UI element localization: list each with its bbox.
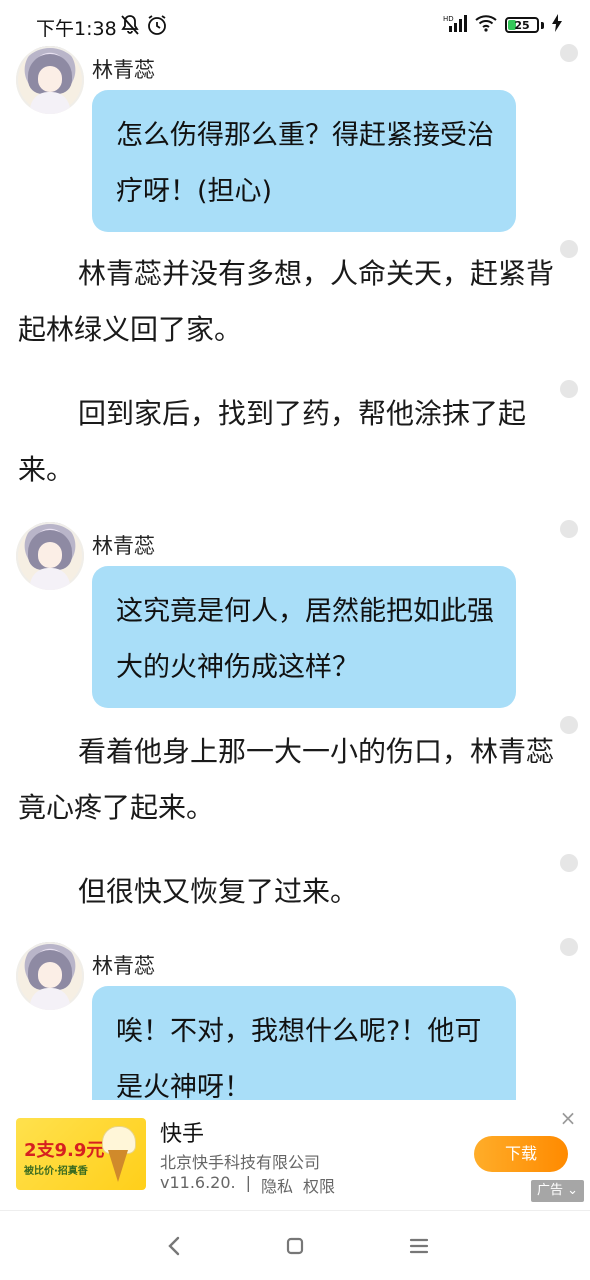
ad-version: v11.6.20. <box>160 1173 236 1192</box>
ad-image-price: 2支9.9元 <box>24 1140 105 1161</box>
ice-cream-icon <box>100 1126 136 1184</box>
chat-bubble: 唉！不对，我想什么呢?！他可是火神呀！ <box>92 986 516 1100</box>
ad-permissions-link[interactable]: 权限 <box>303 1173 335 1197</box>
menu-icon[interactable] <box>404 1231 434 1261</box>
mute-bell-icon <box>120 14 140 40</box>
status-time: 下午1:38 <box>36 18 117 40</box>
reader-screen: 下午1:38 HD 25 林青蕊 怎么伤得那么重？得赶紧接受治疗呀！(担心) 林… <box>0 0 590 1280</box>
ad-image[interactable]: 2支9.9元 被比价·招真香 <box>16 1118 146 1190</box>
system-nav-bar <box>0 1210 590 1280</box>
speaker-name: 林青蕊 <box>92 58 155 82</box>
signal-icon: HD <box>443 14 467 36</box>
battery-level: 25 <box>514 18 530 32</box>
block-marker[interactable] <box>560 240 578 258</box>
chat-bubble: 这究竟是何人，居然能把如此强大的火神伤成这样？ <box>92 566 516 708</box>
chapter-content[interactable]: 林青蕊 怎么伤得那么重？得赶紧接受治疗呀！(担心) 林青蕊并没有多想，人命关天，… <box>0 40 590 1100</box>
wifi-icon <box>475 14 497 36</box>
paragraph: 林青蕊并没有多想，人命关天，赶紧背起林绿义回了家。 <box>18 257 555 346</box>
avatar[interactable] <box>16 522 84 590</box>
status-right: HD 25 <box>443 14 562 36</box>
ad-company: 北京快手科技有限公司 <box>160 1153 321 1172</box>
avatar[interactable] <box>16 942 84 1010</box>
paragraph: 但很快又恢复了过来。 <box>78 875 359 908</box>
ad-image-subtext: 被比价·招真香 <box>24 1166 88 1177</box>
speaker-name: 林青蕊 <box>92 954 155 978</box>
battery-icon: 25 <box>505 17 539 33</box>
chat-block: 林青蕊 怎么伤得那么重？得赶紧接受治疗呀！(担心) <box>0 46 590 232</box>
paragraph: 回到家后，找到了药，帮他涂抹了起来。 <box>18 397 527 486</box>
charging-icon <box>552 14 562 36</box>
block-marker[interactable] <box>560 716 578 734</box>
ad-title[interactable]: 快手 <box>160 1116 204 1148</box>
close-icon[interactable]: × <box>558 1108 578 1128</box>
ad-label-text: 广告 <box>536 1183 563 1198</box>
block-marker[interactable] <box>560 380 578 398</box>
chat-block: 林青蕊 这究竟是何人，居然能把如此强大的火神伤成这样？ <box>0 522 590 708</box>
block-marker[interactable] <box>560 854 578 872</box>
paragraph: 看着他身上那一大一小的伤口，林青蕊竟心疼了起来。 <box>18 735 555 824</box>
alarm-icon <box>146 14 168 40</box>
avatar[interactable] <box>16 46 84 114</box>
ad-banner[interactable]: 2支9.9元 被比价·招真香 快手 北京快手科技有限公司 v11.6.20. |… <box>0 1100 590 1210</box>
ad-label[interactable]: 广告 ⌄ <box>530 1180 584 1202</box>
back-icon[interactable] <box>160 1231 190 1261</box>
home-icon[interactable] <box>280 1231 310 1261</box>
ad-meta: v11.6.20. | 隐私 权限 <box>160 1173 335 1197</box>
chat-block: 林青蕊 唉！不对，我想什么呢?！他可是火神呀！ <box>0 942 590 1100</box>
download-button[interactable]: 下载 <box>474 1136 568 1172</box>
speaker-name: 林青蕊 <box>92 534 155 558</box>
battery-tip <box>541 21 544 29</box>
network-label: HD <box>443 15 454 23</box>
chevron-down-icon: ⌄ <box>567 1183 578 1198</box>
ad-separator: | <box>245 1173 252 1192</box>
chat-bubble: 怎么伤得那么重？得赶紧接受治疗呀！(担心) <box>92 90 516 232</box>
ad-privacy-link[interactable]: 隐私 <box>261 1173 293 1197</box>
